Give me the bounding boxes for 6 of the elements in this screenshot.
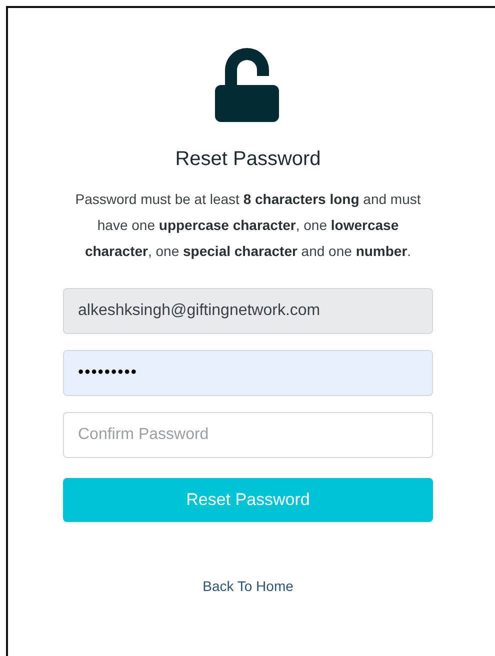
unlocked-padlock-icon bbox=[215, 48, 281, 124]
page-title: Reset Password bbox=[175, 147, 321, 172]
input-field[interactable]: ••••••••• bbox=[63, 350, 433, 396]
input-field[interactable]: Confirm Password bbox=[63, 412, 433, 458]
back-to-home-link[interactable]: Back To Home bbox=[202, 576, 294, 597]
password-requirements: Password must be at least 8 characters long and must have one uppercase character, one lowercase character, one special character and one number. bbox=[74, 190, 422, 261]
